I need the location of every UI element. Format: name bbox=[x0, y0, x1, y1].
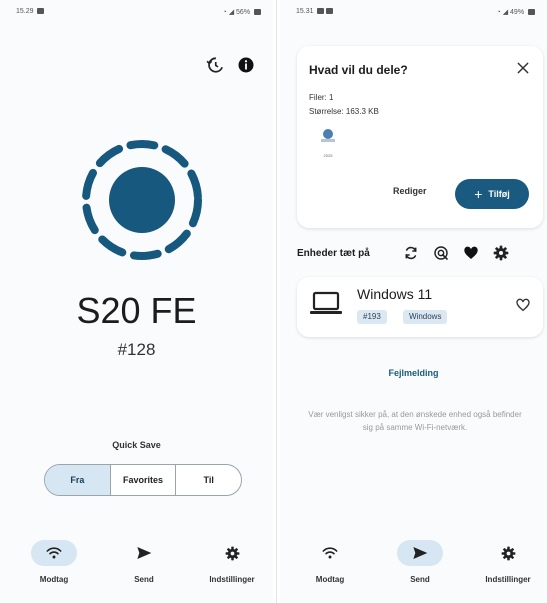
quick-save-favorites[interactable]: Favorites bbox=[109, 465, 176, 495]
status-bar: 15.31 ◔ ◢ 49% bbox=[280, 0, 547, 22]
battery-icon bbox=[254, 9, 261, 15]
nav-settings-pill bbox=[485, 540, 531, 566]
notification-icon bbox=[317, 8, 325, 14]
settings-icon[interactable] bbox=[493, 245, 509, 261]
laptop-icon bbox=[310, 291, 342, 314]
receive-screen: 15.29 ◔ ◢ 56% S20 FE #128 Quick Save Fra… bbox=[0, 0, 273, 603]
notification-icon bbox=[326, 8, 334, 14]
send-icon bbox=[137, 547, 152, 559]
device-name: S20 FE bbox=[76, 290, 197, 331]
battery-level: 56% bbox=[236, 9, 251, 16]
edit-button[interactable]: Rediger bbox=[393, 186, 427, 196]
close-icon[interactable] bbox=[515, 60, 531, 76]
battery-level: 49% bbox=[510, 9, 525, 16]
thumbnail-caption: 2025 bbox=[323, 153, 333, 158]
nav-receive[interactable]: Modtag bbox=[290, 540, 370, 584]
nav-receive-pill bbox=[31, 540, 77, 566]
status-bar: 15.29 ◔ ◢ 56% bbox=[0, 0, 273, 22]
signal-icon: ◔ ◢ bbox=[222, 9, 235, 16]
history-icon[interactable] bbox=[206, 56, 224, 74]
send-icon bbox=[413, 547, 428, 559]
device-avatar-icon bbox=[82, 140, 202, 260]
bottom-navigation: Modtag Send Indstillinger bbox=[0, 540, 273, 590]
gear-icon bbox=[225, 546, 239, 560]
troubleshoot-link[interactable]: Fejlmelding bbox=[280, 368, 547, 378]
image-thumbnail-icon bbox=[321, 129, 335, 142]
nearby-label: Enheder tæt på bbox=[297, 248, 370, 259]
share-title: Hvad vil du dele? bbox=[309, 63, 408, 77]
wifi-icon bbox=[322, 547, 338, 559]
gear-icon bbox=[501, 546, 515, 560]
bottom-navigation: Modtag Send Indstillinger bbox=[280, 540, 547, 590]
notification-icon bbox=[37, 8, 45, 14]
nav-send-pill bbox=[121, 540, 167, 566]
nearby-device-card[interactable]: Windows 11 #193 Windows bbox=[297, 277, 543, 337]
wifi-icon bbox=[46, 547, 62, 559]
nav-send[interactable]: Send bbox=[380, 540, 460, 584]
quick-save-off[interactable]: Fra bbox=[45, 465, 110, 495]
nav-settings[interactable]: Indstillinger bbox=[192, 540, 272, 584]
device-tag-id: #193 bbox=[357, 310, 387, 324]
quick-save-label: Quick Save bbox=[112, 440, 161, 450]
quick-save-selector: Fra Favorites Til bbox=[44, 464, 242, 496]
status-right: ◔ ◢ 56% bbox=[223, 8, 261, 16]
nav-receive[interactable]: Modtag bbox=[14, 540, 94, 584]
file-count: Filer: 1 bbox=[309, 93, 334, 102]
status-right: ◔ ◢ 49% bbox=[497, 8, 535, 16]
send-screen: 15.31 ◔ ◢ 49% Hvad vil du dele? Filer: 1… bbox=[280, 0, 547, 603]
status-time: 15.31 bbox=[296, 8, 334, 15]
status-time: 15.29 bbox=[16, 8, 45, 15]
battery-icon bbox=[528, 9, 535, 15]
quick-save-on[interactable]: Til bbox=[175, 465, 241, 495]
device-tag-os: Windows bbox=[403, 310, 448, 324]
nav-send[interactable]: Send bbox=[104, 540, 184, 584]
device-card-name: Windows 11 bbox=[357, 286, 433, 302]
scan-icon[interactable] bbox=[433, 245, 449, 261]
nav-settings-pill bbox=[209, 540, 255, 566]
info-icon[interactable] bbox=[237, 56, 255, 74]
file-size: Størrelse: 163.3 KB bbox=[309, 107, 379, 116]
file-thumbnail[interactable]: 2025 bbox=[317, 126, 339, 158]
nearby-devices-header: Enheder tæt på bbox=[297, 245, 543, 263]
network-hint: Vær venligst sikker på, at den ønskede e… bbox=[308, 410, 522, 432]
refresh-icon[interactable] bbox=[403, 245, 419, 261]
heart-icon[interactable] bbox=[463, 245, 479, 261]
screen-divider bbox=[276, 0, 277, 603]
nav-settings[interactable]: Indstillinger bbox=[468, 540, 547, 584]
share-card: Hvad vil du dele? Filer: 1 Størrelse: 16… bbox=[297, 46, 543, 228]
plus-icon: + bbox=[474, 186, 483, 202]
add-button[interactable]: + Tilføj bbox=[455, 179, 529, 209]
device-id: #128 bbox=[117, 340, 156, 359]
nav-send-pill bbox=[397, 540, 443, 566]
nav-receive-pill bbox=[307, 540, 353, 566]
signal-icon: ◔ ◢ bbox=[496, 9, 509, 16]
favorite-heart-icon[interactable] bbox=[515, 297, 531, 313]
